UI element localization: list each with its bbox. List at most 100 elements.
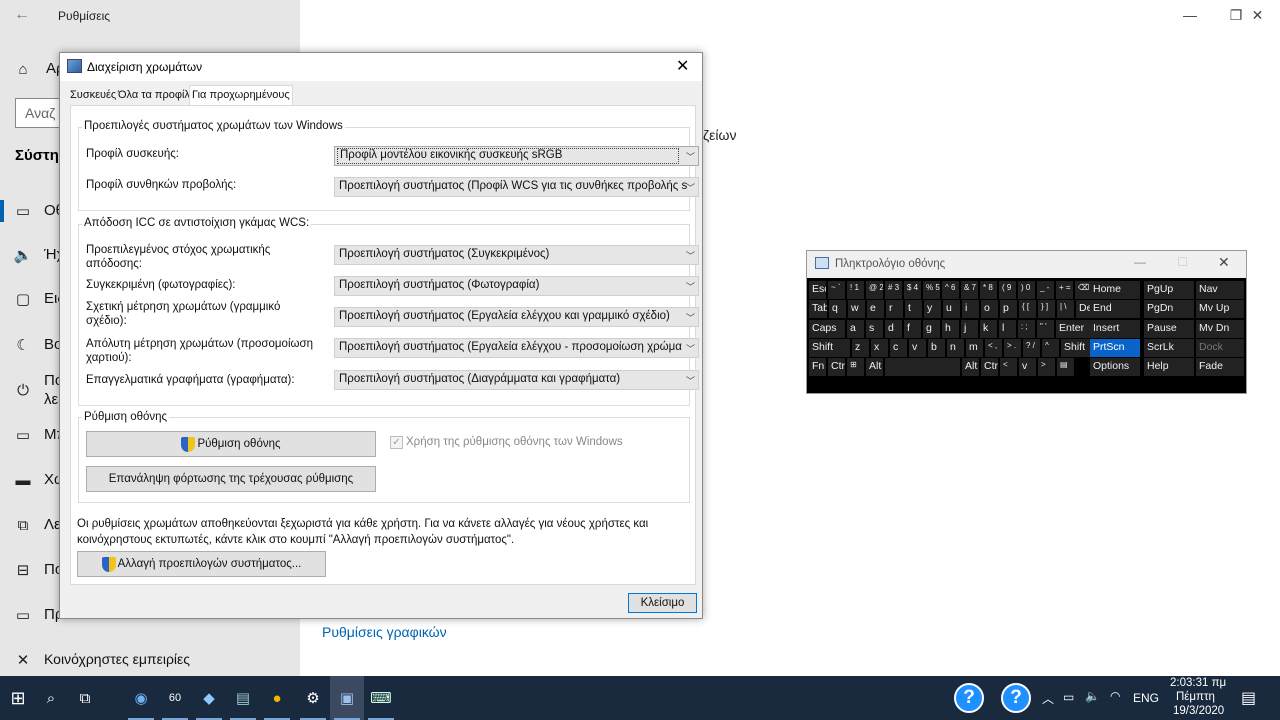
osk-key[interactable]: k <box>980 320 997 338</box>
osk-nav-key[interactable]: Insert <box>1090 320 1140 338</box>
osk-key[interactable]: l <box>999 320 1016 338</box>
osk-key[interactable]: u <box>943 300 960 318</box>
osk-key[interactable]: > . <box>1004 339 1021 357</box>
osk-key[interactable]: p <box>1000 300 1017 318</box>
osk-key[interactable]: Fn <box>809 358 826 376</box>
osk-nav-key[interactable]: Pause <box>1144 320 1194 338</box>
osk-key[interactable]: _ - <box>1037 281 1054 299</box>
osk-key[interactable]: : ; <box>1018 320 1035 338</box>
osk-key[interactable]: @ 2 <box>866 281 883 299</box>
osk-key[interactable]: w <box>848 300 865 318</box>
osk-nav-key[interactable]: Options <box>1090 358 1140 376</box>
osk-key[interactable] <box>885 358 960 376</box>
osk-nav-key[interactable]: End <box>1090 300 1140 318</box>
close-icon[interactable]: ✕ <box>1235 0 1280 30</box>
osk-key[interactable]: Shift <box>809 339 850 357</box>
osk-maximize-icon[interactable]: ☐ <box>1177 255 1188 269</box>
osk-key[interactable]: s <box>866 320 883 338</box>
windows-start-icon[interactable]: ⊞ <box>1 676 35 720</box>
osk-key[interactable]: ^ <box>1042 339 1059 357</box>
osk-nav-key[interactable]: Mv Up <box>1196 300 1244 318</box>
osk-key[interactable]: Tab <box>809 300 827 318</box>
osk-key[interactable]: & 7 <box>961 281 978 299</box>
device-profile-select[interactable]: Προφίλ μοντέλου εικονικής συσκευής sRGB ﹀ <box>334 146 699 166</box>
osk-key[interactable]: t <box>905 300 922 318</box>
osk-key[interactable]: + = <box>1056 281 1073 299</box>
osk-nav-key[interactable]: Home <box>1090 281 1140 299</box>
osk-key[interactable]: } ] <box>1038 300 1055 318</box>
osk-key[interactable]: h <box>942 320 959 338</box>
osk-nav-key[interactable]: Mv Dn <box>1196 320 1244 338</box>
osk-key[interactable]: z <box>852 339 869 357</box>
help-icon[interactable]: ? <box>952 676 986 720</box>
osk-key[interactable]: Ctrl <box>828 358 845 376</box>
osk-key[interactable]: r <box>886 300 903 318</box>
osk-key[interactable]: m <box>966 339 983 357</box>
action-center-icon[interactable]: ▤ <box>1241 688 1256 708</box>
osk-nav-key[interactable]: ScrLk <box>1144 339 1194 357</box>
osk-key[interactable]: Alt <box>962 358 979 376</box>
minimize-icon[interactable]: — <box>1167 0 1213 30</box>
osk-close-icon[interactable]: ✕ <box>1218 254 1230 271</box>
osk-key[interactable]: " ' <box>1037 320 1054 338</box>
clock-day[interactable]: Πέμπτη <box>1176 691 1215 703</box>
tab-advanced[interactable]: Για προχωρημένους <box>189 85 293 105</box>
osk-nav-key[interactable]: Fade <box>1196 358 1244 376</box>
osk-nav-key[interactable]: PgDn <box>1144 300 1194 318</box>
osk-key[interactable]: ~ ` <box>828 281 845 299</box>
osk-key[interactable]: i <box>962 300 979 318</box>
osk-key[interactable]: ^ 6 <box>942 281 959 299</box>
osk-key[interactable]: | \ <box>1057 300 1074 318</box>
osk-key[interactable]: v <box>1019 358 1036 376</box>
app-monitor-icon[interactable]: ▤ <box>226 676 260 720</box>
osk-key[interactable]: a <box>847 320 864 338</box>
osk-key[interactable]: < <box>1000 358 1017 376</box>
keyboard-taskbar-icon[interactable]: ⌨ <box>364 676 398 720</box>
osk-key[interactable]: x <box>871 339 888 357</box>
business-graphics-select[interactable]: Προεπιλογή συστήματος (Διαγράμματα και γ… <box>334 370 699 390</box>
osk-key[interactable]: n <box>947 339 964 357</box>
tab-all-profiles[interactable]: Όλα τα προφίλ <box>116 86 192 105</box>
absolute-colorimetric-select[interactable]: Προεπιλογή συστήματος (Εργαλεία ελέγχου … <box>334 338 699 358</box>
language-indicator[interactable]: ENG <box>1133 691 1159 705</box>
osk-nav-key[interactable]: Help <box>1144 358 1194 376</box>
osk-key[interactable]: ? / <box>1023 339 1040 357</box>
chrome-icon[interactable]: ● <box>260 676 294 720</box>
help-icon-2[interactable]: ? <box>999 676 1033 720</box>
osk-key[interactable]: c <box>890 339 907 357</box>
osk-key[interactable]: g <box>923 320 940 338</box>
color-management-taskbar-icon[interactable]: ▣ <box>330 676 364 720</box>
osk-nav-key[interactable]: Nav <box>1196 281 1244 299</box>
default-intent-select[interactable]: Προεπιλογή συστήματος (Συγκεκριμένος) ﹀ <box>334 245 699 265</box>
osk-key[interactable]: % 5 <box>923 281 940 299</box>
edge-icon[interactable]: ◉ <box>124 676 158 720</box>
osk-key[interactable]: e <box>867 300 884 318</box>
osk-key[interactable]: $ 4 <box>904 281 921 299</box>
dialog-close-icon[interactable]: ✕ <box>676 56 689 76</box>
osk-key[interactable]: q <box>829 300 846 318</box>
osk-key[interactable]: > <box>1038 358 1055 376</box>
osk-key[interactable]: < , <box>985 339 1002 357</box>
task-view-icon[interactable]: ⧉ <box>68 676 102 720</box>
osk-key[interactable]: ) 0 <box>1018 281 1035 299</box>
app-60-icon[interactable]: 60 <box>158 676 192 720</box>
perceptual-select[interactable]: Προεπιλογή συστήματος (Φωτογραφία) ﹀ <box>334 276 699 296</box>
osk-key[interactable]: ▤ <box>1057 358 1074 376</box>
calibrate-display-button[interactable]: Ρύθμιση οθόνης <box>86 431 376 457</box>
osk-key[interactable]: ( 9 <box>999 281 1016 299</box>
osk-key[interactable]: ⊞ <box>847 358 864 376</box>
osk-key[interactable]: o <box>981 300 998 318</box>
show-hidden-icons-icon[interactable]: ︿ <box>1042 690 1054 707</box>
tab-devices[interactable]: Συσκευές <box>68 86 118 105</box>
nav-item-shared-experiences[interactable]: Κοινόχρηστες εμπειρίες <box>44 651 190 667</box>
settings-gear-icon[interactable]: ⚙ <box>296 676 330 720</box>
osk-key[interactable]: Caps <box>809 320 845 338</box>
clock-date[interactable]: 19/3/2020 <box>1173 705 1224 717</box>
settings-search-input[interactable]: Αναζ <box>15 98 61 128</box>
osk-key[interactable]: ! 1 <box>847 281 864 299</box>
network-icon[interactable]: ◠ <box>1110 689 1120 703</box>
use-windows-calibration-checkbox[interactable]: ✓ <box>390 436 403 449</box>
search-icon[interactable]: ⌕ <box>34 676 68 720</box>
osk-nav-key[interactable]: Dock <box>1196 339 1244 357</box>
battery-tray-icon[interactable]: ▭ <box>1063 690 1074 704</box>
